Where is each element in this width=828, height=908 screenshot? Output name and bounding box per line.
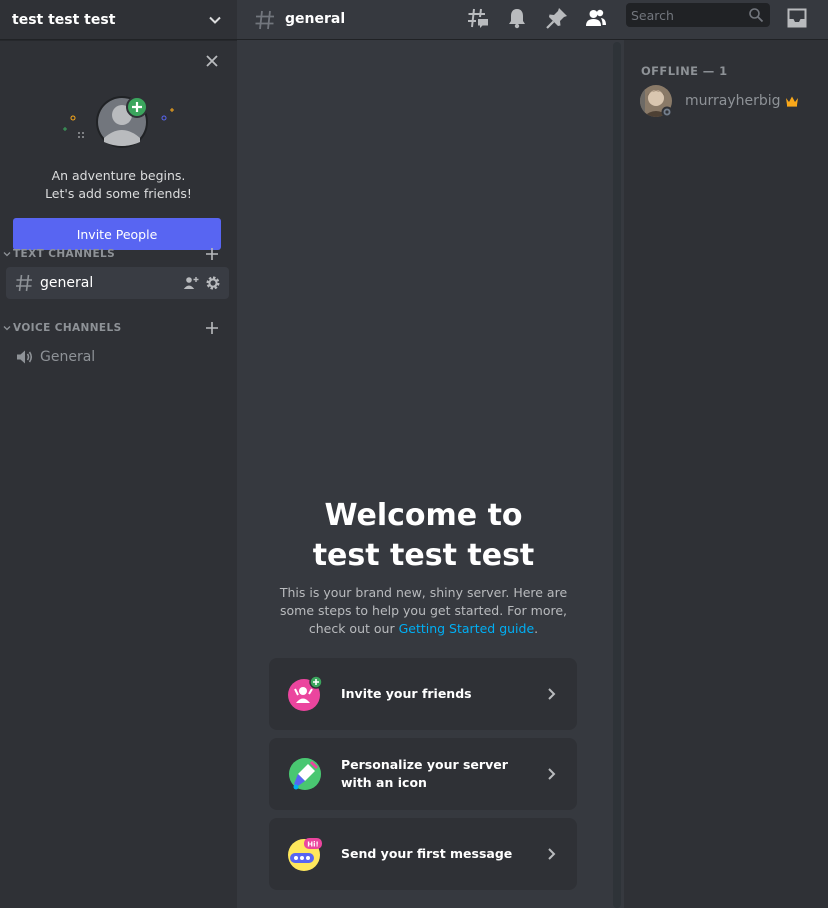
channel-general[interactable]: general bbox=[6, 267, 229, 299]
invite-line-1: An adventure begins. bbox=[51, 168, 186, 183]
chevron-down-icon[interactable] bbox=[207, 12, 223, 28]
members-offline-heading: OFFLINE — 1 bbox=[641, 64, 728, 78]
channel-title: general bbox=[285, 11, 346, 27]
chevron-right-icon bbox=[548, 768, 556, 780]
channel-name: general bbox=[40, 275, 94, 291]
add-channel-icon[interactable] bbox=[205, 321, 219, 335]
welcome-title-line-1: Welcome to bbox=[324, 498, 523, 533]
add-channel-icon[interactable] bbox=[205, 247, 219, 261]
member-name: murrayherbig bbox=[685, 93, 781, 109]
welcome-description-end: . bbox=[534, 621, 539, 636]
close-icon[interactable] bbox=[203, 52, 221, 70]
category-label: VOICE CHANNELS bbox=[13, 322, 122, 334]
personalize-server-card[interactable]: Personalize your server with an icon bbox=[269, 738, 577, 810]
category-text-channels[interactable]: TEXT CHANNELS bbox=[0, 244, 237, 264]
member-list: OFFLINE — 1 murrayherbig bbox=[624, 40, 828, 908]
server-name: test test test bbox=[12, 11, 116, 28]
welcome-title-line-2: test test test bbox=[312, 538, 535, 573]
channel-name: General bbox=[40, 349, 96, 365]
create-invite-icon[interactable] bbox=[183, 275, 199, 291]
category-label: TEXT CHANNELS bbox=[13, 248, 116, 260]
channel-voice-general[interactable]: General bbox=[6, 341, 229, 373]
first-message-card[interactable]: Hi! Send your first message bbox=[269, 818, 577, 890]
hash-icon bbox=[16, 274, 32, 292]
hash-icon bbox=[255, 10, 274, 30]
gear-icon[interactable] bbox=[205, 275, 221, 291]
search-icon bbox=[749, 8, 764, 23]
category-voice-channels[interactable]: VOICE CHANNELS bbox=[0, 318, 237, 338]
inbox-icon[interactable] bbox=[785, 6, 809, 30]
crown-icon bbox=[785, 96, 798, 107]
search-box[interactable] bbox=[626, 3, 770, 27]
chevron-right-icon bbox=[548, 688, 556, 700]
invite-line-2: Let's add some friends! bbox=[45, 186, 192, 201]
chevron-right-icon bbox=[548, 848, 556, 860]
action-label: Send your first message bbox=[341, 846, 513, 861]
member-list-icon[interactable] bbox=[584, 6, 608, 30]
message-icon: Hi! bbox=[288, 838, 322, 871]
threads-icon[interactable] bbox=[466, 6, 490, 30]
server-header[interactable]: test test test bbox=[0, 0, 237, 40]
svg-text:Hi!: Hi! bbox=[307, 841, 318, 849]
chat-area: Welcome to test test test This is your b… bbox=[237, 40, 624, 908]
channel-header: general bbox=[237, 0, 828, 40]
avatar bbox=[640, 85, 672, 117]
chevron-down-icon bbox=[3, 252, 11, 257]
member-item[interactable]: murrayherbig bbox=[632, 82, 822, 120]
invite-friends-icon bbox=[288, 676, 323, 711]
invite-card: An adventure begins. Let's add some frie… bbox=[0, 40, 237, 250]
action-label: Invite your friends bbox=[341, 686, 472, 701]
pin-icon[interactable] bbox=[545, 6, 569, 30]
invite-friends-card[interactable]: Invite your friends bbox=[269, 658, 577, 730]
invite-message: An adventure begins. Let's add some frie… bbox=[0, 167, 237, 203]
personalize-icon bbox=[289, 758, 321, 790]
welcome-description: This is your brand new, shiny server. He… bbox=[267, 584, 580, 638]
channel-actions bbox=[183, 275, 221, 291]
chevron-down-icon bbox=[3, 326, 11, 331]
welcome-title: Welcome to test test test bbox=[237, 496, 610, 576]
getting-started-link[interactable]: Getting Started guide bbox=[399, 621, 535, 636]
channel-sidebar: test test test An adventure begins. Let'… bbox=[0, 0, 237, 908]
bell-icon[interactable] bbox=[505, 6, 529, 30]
speaker-icon bbox=[17, 350, 33, 364]
adventure-illustration-icon bbox=[63, 96, 174, 148]
chat-scrollbar[interactable] bbox=[613, 42, 621, 908]
action-label: Personalize your server with an icon bbox=[341, 757, 508, 790]
